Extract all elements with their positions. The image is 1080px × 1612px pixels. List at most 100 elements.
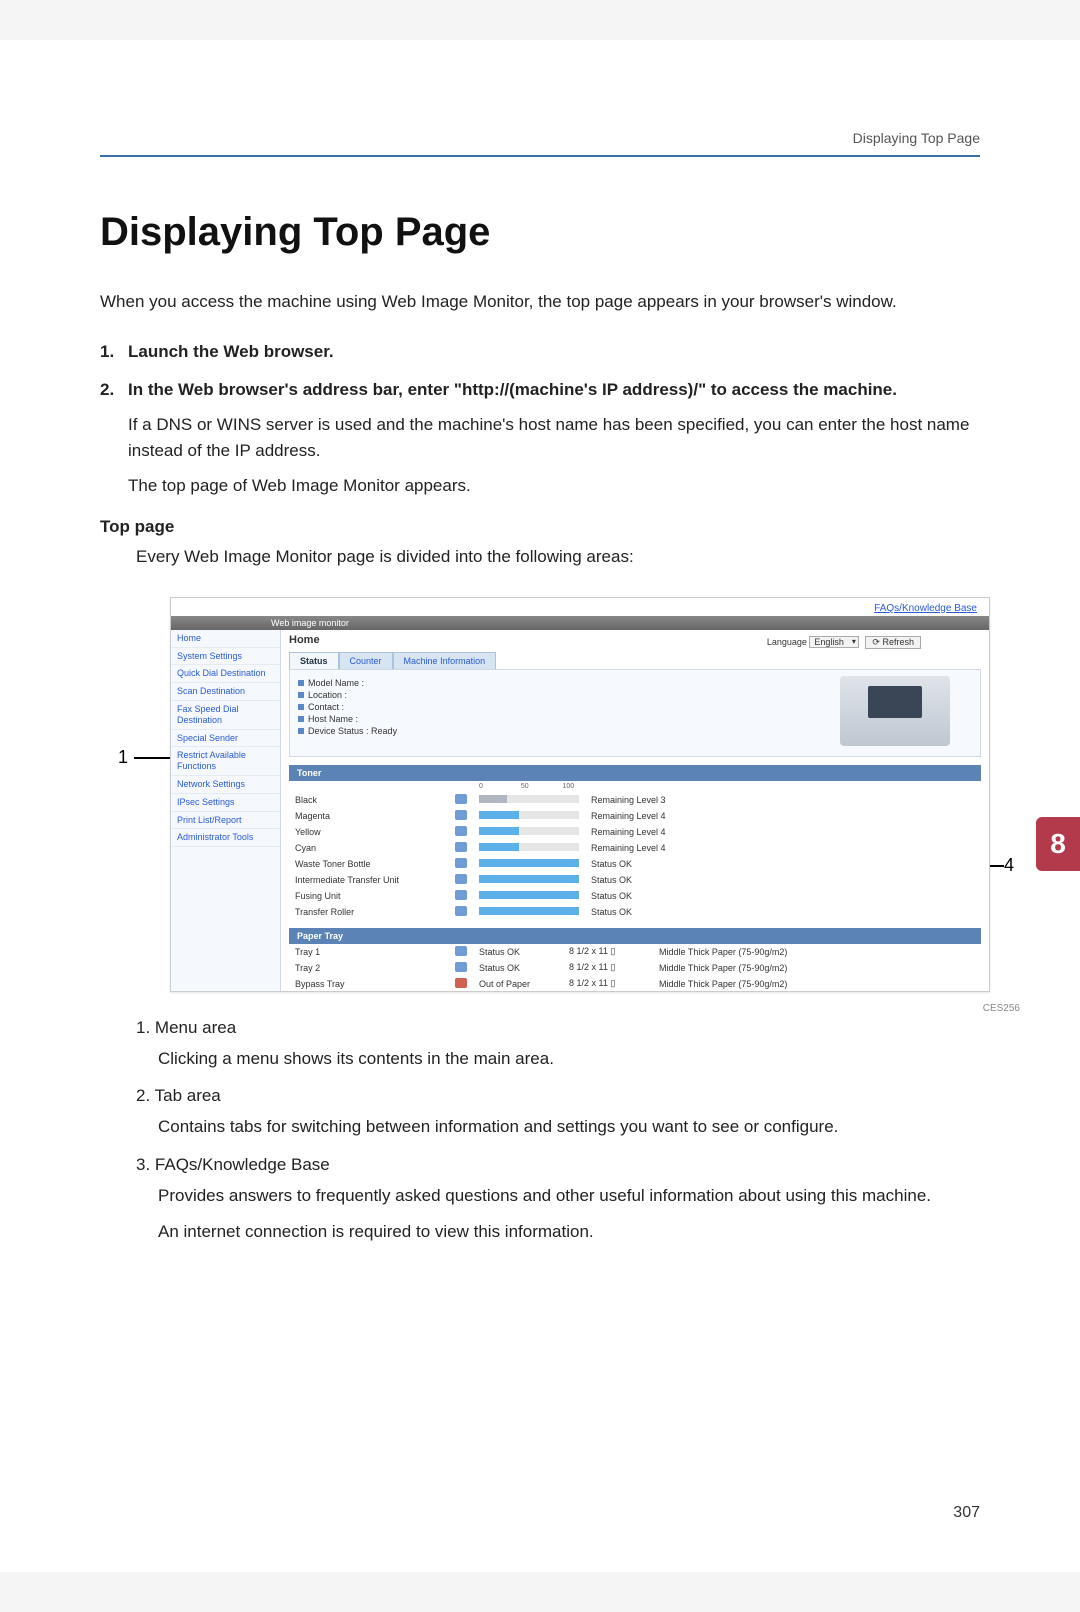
sidebar-item-special-sender[interactable]: Special Sender	[171, 730, 280, 748]
sidebar-item-network-settings[interactable]: Network Settings	[171, 776, 280, 794]
page-title: Displaying Top Page	[100, 210, 980, 255]
model-name-value: :	[362, 678, 365, 688]
tray-size: 8 1/2 x 11 ▯	[563, 960, 653, 976]
toner-name: Magenta	[289, 808, 449, 824]
tray-row: Tray 1Status OK8 1/2 x 11 ▯Middle Thick …	[289, 944, 981, 960]
refresh-button[interactable]: ⟳ Refresh	[865, 636, 921, 649]
header-rule	[100, 155, 980, 157]
bullet-icon	[298, 716, 304, 722]
legend-3-body-2: An internet connection is required to vi…	[158, 1219, 980, 1245]
toner-table: 0 50 100 BlackRemaining Level 3Magenta Re…	[289, 781, 981, 920]
tab-bar: Status Counter Machine Information	[289, 652, 981, 669]
sidebar-item-print-list-report[interactable]: Print List/Report	[171, 812, 280, 830]
toner-name: Intermediate Transfer Unit	[289, 872, 449, 888]
level-bar	[479, 875, 579, 883]
legend-item-1: 1. Menu area Clicking a menu shows its c…	[136, 1018, 980, 1072]
toner-status: Remaining Level 4	[585, 808, 981, 824]
faq-knowledge-base-link[interactable]: FAQs/Knowledge Base	[874, 603, 977, 614]
toner-status: Status OK	[585, 888, 981, 904]
toner-name: Fusing Unit	[289, 888, 449, 904]
toner-status: Remaining Level 4	[585, 840, 981, 856]
intro-paragraph: When you access the machine using Web Im…	[100, 289, 980, 315]
sidebar-item-system-settings[interactable]: System Settings	[171, 648, 280, 666]
bullet-icon	[298, 728, 304, 734]
toner-row: Yellow Remaining Level 4	[289, 824, 981, 840]
legend-3-head: FAQs/Knowledge Base	[155, 1155, 330, 1174]
tab-counter[interactable]: Counter	[339, 652, 393, 669]
legend-2-body: Contains tabs for switching between info…	[158, 1114, 980, 1140]
sidebar-item-restrict-functions[interactable]: Restrict Available Functions	[171, 747, 280, 776]
step-1-head: Launch the Web browser.	[128, 342, 334, 361]
level-bar	[479, 795, 579, 803]
sidebar-item-admin-tools[interactable]: Administrator Tools	[171, 829, 280, 847]
toner-row: Fusing Unit Status OK	[289, 888, 981, 904]
sidebar-item-ipsec-settings[interactable]: IPsec Settings	[171, 794, 280, 812]
step-2-body-2: The top page of Web Image Monitor appear…	[128, 473, 980, 499]
level-bar	[479, 811, 579, 819]
figure-code: CES256	[983, 1003, 1020, 1014]
contact-label: Contact	[308, 702, 339, 712]
tab-status[interactable]: Status	[289, 652, 339, 669]
toner-section-title: Toner	[289, 765, 981, 781]
screenshot-illustration: 1 2 3 4 FAQs/Knowledge Base Web image mo…	[136, 597, 1016, 992]
legend-1-num: 1.	[136, 1018, 150, 1037]
legend-list: 1. Menu area Clicking a menu shows its c…	[136, 1018, 980, 1245]
callout-4-line	[988, 865, 1004, 867]
toner-status: Status OK	[585, 904, 981, 920]
toner-name: Cyan	[289, 840, 449, 856]
tab-machine-info[interactable]: Machine Information	[393, 652, 497, 669]
toner-name: Transfer Roller	[289, 904, 449, 920]
toner-row: Cyan Remaining Level 4	[289, 840, 981, 856]
scale-max: 100	[563, 783, 575, 790]
toner-row: BlackRemaining Level 3	[289, 792, 981, 808]
step-1: Launch the Web browser.	[128, 339, 980, 365]
steps-list: Launch the Web browser. In the Web brows…	[128, 339, 980, 499]
tray-status-icon	[455, 946, 467, 956]
sidebar-item-scan-destination[interactable]: Scan Destination	[171, 683, 280, 701]
tray-row: Tray 2Status OK8 1/2 x 11 ▯Middle Thick …	[289, 960, 981, 976]
level-bar	[479, 859, 579, 867]
status-icon	[455, 874, 467, 884]
toner-row: Magenta Remaining Level 4	[289, 808, 981, 824]
legend-item-3: 3. FAQs/Knowledge Base Provides answers …	[136, 1155, 980, 1246]
language-row: Language English ⟳ Refresh	[767, 636, 921, 649]
toner-row: Intermediate Transfer UnitStatus OK	[289, 872, 981, 888]
scale-mid: 50	[521, 783, 529, 790]
sidebar-item-fax-speed-dial[interactable]: Fax Speed Dial Destination	[171, 701, 280, 730]
step-2-body-1: If a DNS or WINS server is used and the …	[128, 412, 980, 463]
toner-name: Yellow	[289, 824, 449, 840]
main-area: Home Language English ⟳ Refresh Status C…	[281, 630, 989, 991]
tray-paper: Middle Thick Paper (75-90g/m2)	[653, 944, 981, 960]
refresh-icon: ⟳	[872, 637, 880, 647]
toner-status: Remaining Level 3	[585, 792, 981, 808]
bullet-icon	[298, 692, 304, 698]
tray-size: 8 1/2 x 11 ▯	[563, 976, 653, 992]
tray-status-icon	[455, 978, 467, 988]
sidebar-item-home[interactable]: Home	[171, 630, 280, 648]
callout-4-label: 4	[1004, 855, 1014, 876]
status-icon	[455, 794, 467, 804]
chapter-tab: 8	[1036, 817, 1080, 871]
scale-min: 0	[479, 783, 483, 790]
bullet-icon	[298, 704, 304, 710]
status-icon	[455, 858, 467, 868]
status-icon	[455, 826, 467, 836]
top-page-desc: Every Web Image Monitor page is divided …	[136, 547, 980, 567]
host-name-label: Host Name	[308, 714, 353, 724]
step-2-head: In the Web browser's address bar, enter …	[128, 380, 897, 399]
machine-info-box: Model Name : Location : Contact : Host N…	[289, 669, 981, 757]
legend-1-head: Menu area	[155, 1018, 236, 1037]
tray-paper: Middle Thick Paper (75-90g/m2)	[653, 960, 981, 976]
sidebar-menu: Home System Settings Quick Dial Destinat…	[171, 630, 281, 991]
tray-status: Out of Paper	[473, 976, 563, 992]
language-label: Language	[767, 637, 807, 647]
top-page-heading: Top page	[100, 517, 980, 537]
language-select[interactable]: English	[809, 636, 859, 648]
toner-scale-row: 0 50 100	[289, 781, 981, 792]
portrait-icon: ▯	[610, 946, 615, 956]
toner-status: Remaining Level 4	[585, 824, 981, 840]
sidebar-item-quick-dial[interactable]: Quick Dial Destination	[171, 665, 280, 683]
toner-row: Waste Toner BottleStatus OK	[289, 856, 981, 872]
tray-status: Status OK	[473, 960, 563, 976]
bullet-icon	[298, 680, 304, 686]
